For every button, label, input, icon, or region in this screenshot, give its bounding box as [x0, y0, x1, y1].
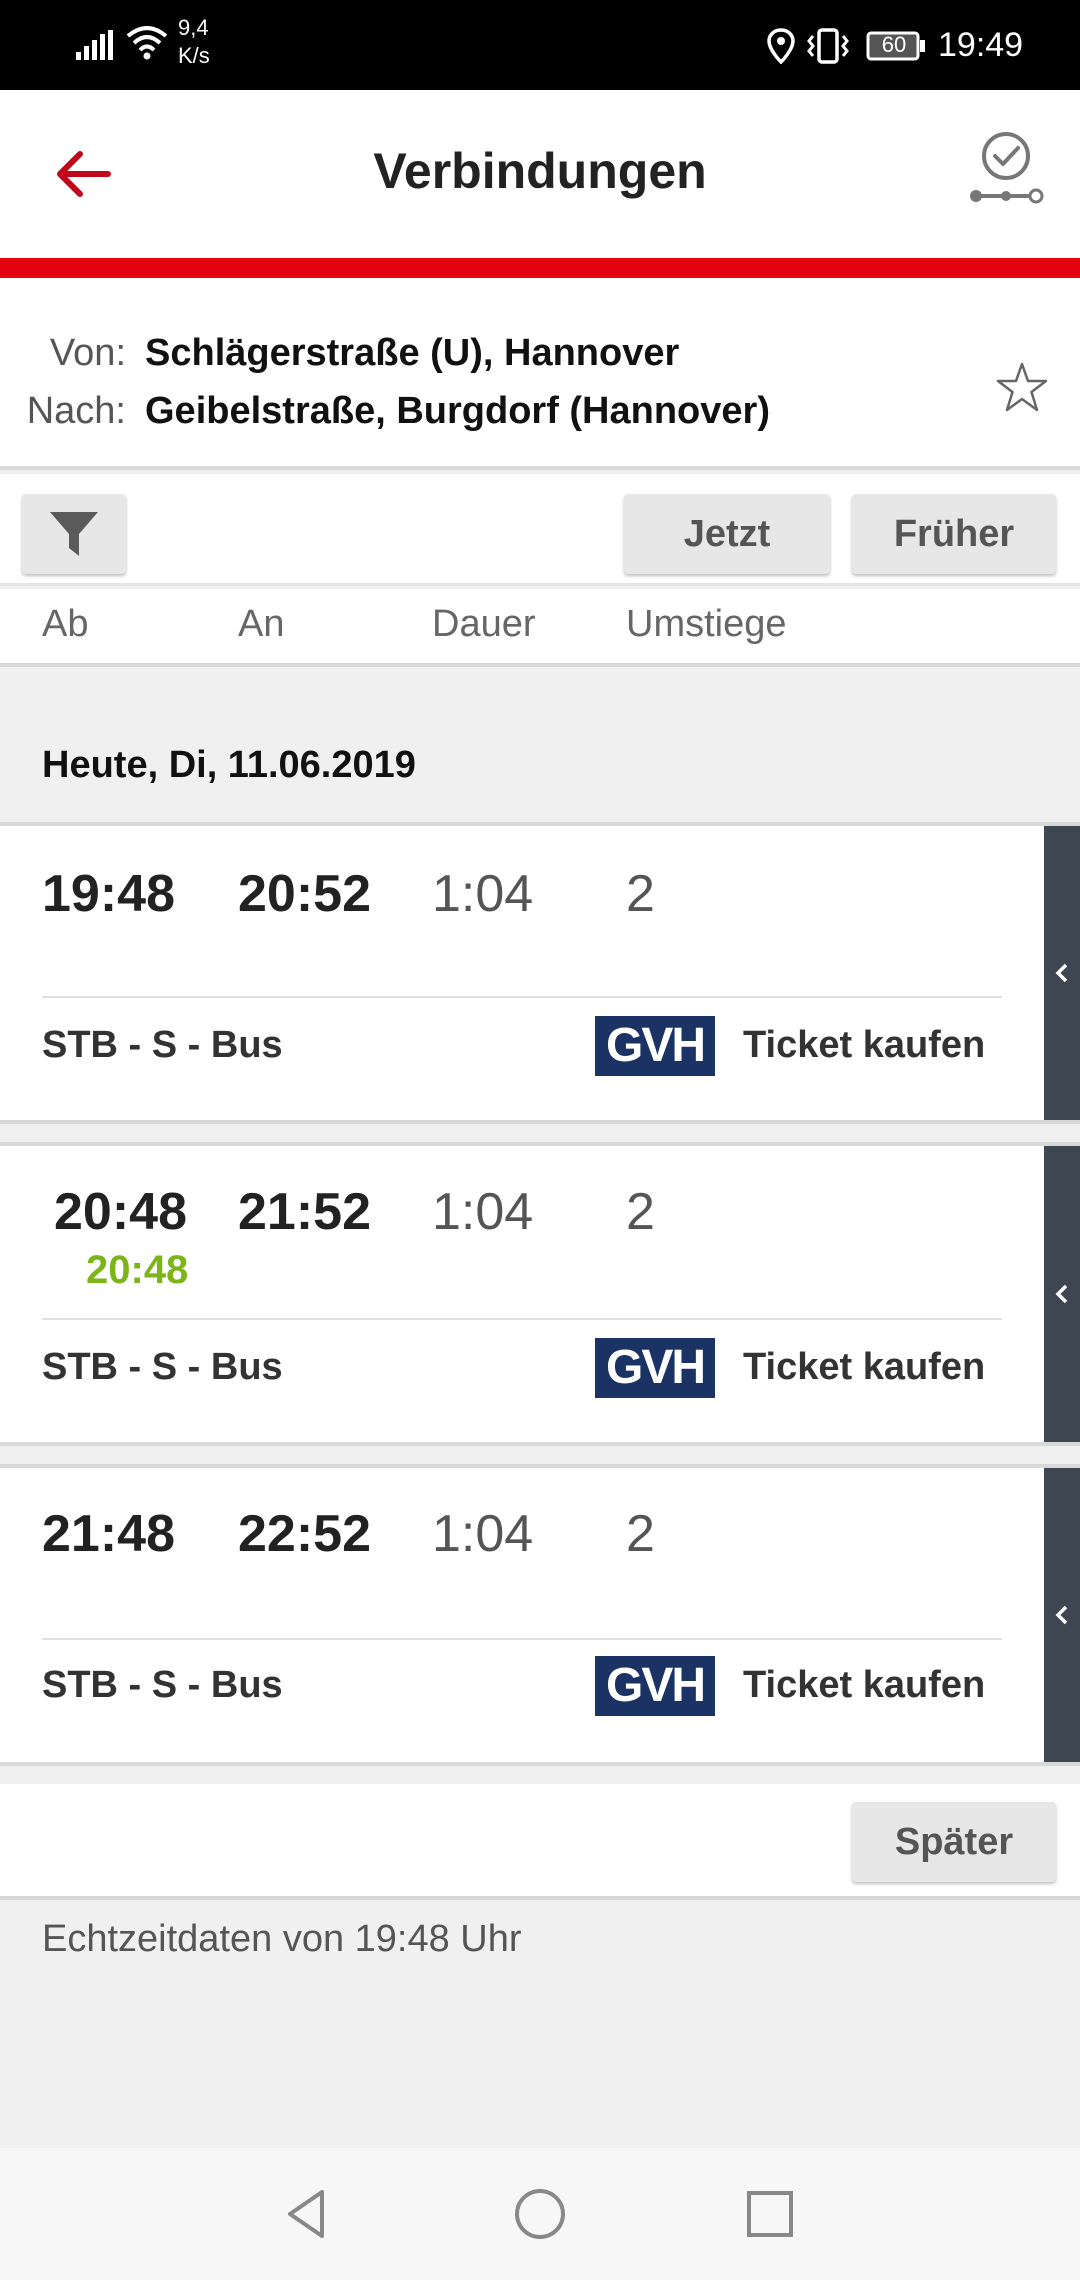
- later-button[interactable]: Später: [852, 1802, 1056, 1882]
- connection-card[interactable]: 21:48 22:52 1:04 2 STB - S - Bus GVH Tic…: [0, 1464, 1080, 1766]
- results-toolbar: Jetzt Früher: [0, 474, 1080, 586]
- card-divider: [42, 996, 1002, 998]
- network-speed: 9,4 K/s: [178, 15, 210, 68]
- changes-count: 2: [626, 1505, 655, 1563]
- duration: 1:04: [432, 865, 534, 923]
- arrival-time: 20:52: [238, 865, 371, 923]
- date-heading: Heute, Di, 11.06.2019: [42, 744, 416, 786]
- products: STB - S - Bus: [42, 1024, 283, 1066]
- arrival-time: 22:52: [238, 1505, 371, 1563]
- column-header-duration: Dauer: [432, 603, 536, 645]
- location-icon: [767, 28, 795, 64]
- page-title: Verbindungen: [373, 143, 707, 199]
- products: STB - S - Bus: [42, 1346, 283, 1388]
- connection-card[interactable]: 20:48 21:52 1:04 2 20:48 STB - S - Bus G…: [0, 1142, 1080, 1446]
- realtime-departure: 20:48: [86, 1248, 189, 1292]
- card-divider: [42, 1318, 1002, 1320]
- column-headers: Ab An Dauer Umstiege: [0, 589, 1080, 667]
- card-divider: [42, 1638, 1002, 1640]
- to-station: Geibelstraße, Burgdorf (Hannover): [145, 390, 770, 432]
- battery-level: 60: [881, 32, 907, 57]
- connection-card[interactable]: 19:48 20:52 1:04 2 STB - S - Bus GVH Tic…: [0, 822, 1080, 1124]
- gvh-logo: GVH: [595, 1016, 715, 1076]
- duration: 1:04: [432, 1505, 534, 1563]
- vibrate-icon: [807, 28, 849, 64]
- to-label: Nach:: [26, 390, 126, 432]
- departure-time: 20:48: [54, 1183, 187, 1241]
- departure-time: 19:48: [42, 865, 175, 923]
- nav-recents-icon[interactable]: [742, 2186, 798, 2242]
- now-button[interactable]: Jetzt: [624, 494, 830, 574]
- changes-count: 2: [626, 1183, 655, 1241]
- route-summary[interactable]: Von: Schlägerstraße (U), Hannover Nach: …: [0, 278, 1080, 470]
- buy-ticket-link[interactable]: Ticket kaufen: [743, 1346, 985, 1389]
- signal-icon: [76, 30, 113, 60]
- column-header-arrival: An: [238, 603, 285, 645]
- nav-home-icon[interactable]: [512, 2186, 568, 2242]
- from-label: Von:: [49, 332, 126, 374]
- system-nav-bar: [0, 2148, 1080, 2280]
- chevron-left-icon: [1055, 1284, 1068, 1304]
- earlier-button[interactable]: Früher: [852, 494, 1056, 574]
- arrival-time: 21:52: [238, 1183, 371, 1241]
- expand-details-button[interactable]: [1044, 1468, 1080, 1762]
- departure-time: 21:48: [42, 1505, 175, 1563]
- expand-details-button[interactable]: [1044, 826, 1080, 1120]
- chevron-left-icon: [1055, 963, 1068, 983]
- buy-ticket-link[interactable]: Ticket kaufen: [743, 1664, 985, 1707]
- expand-details-button[interactable]: [1044, 1146, 1080, 1442]
- app-header: Verbindungen: [0, 90, 1080, 258]
- later-bar: Später: [0, 1784, 1080, 1900]
- header-accent-bar: [0, 258, 1080, 278]
- filter-button[interactable]: [22, 494, 126, 574]
- filter-icon: [50, 512, 98, 556]
- chevron-left-icon: [1055, 1605, 1068, 1625]
- wifi-icon: [126, 26, 168, 60]
- gvh-logo: GVH: [595, 1338, 715, 1398]
- from-station: Schlägerstraße (U), Hannover: [145, 332, 680, 374]
- status-bar: 9,4 K/s 60 19:49: [0, 0, 1080, 90]
- gvh-logo: GVH: [595, 1656, 715, 1716]
- changes-count: 2: [626, 865, 655, 923]
- favorite-star-icon[interactable]: [994, 360, 1050, 416]
- products: STB - S - Bus: [42, 1664, 283, 1706]
- clock: 19:49: [938, 26, 1024, 64]
- duration: 1:04: [432, 1183, 534, 1241]
- realtime-check-icon[interactable]: [966, 130, 1046, 210]
- column-header-changes: Umstiege: [626, 603, 787, 645]
- buy-ticket-link[interactable]: Ticket kaufen: [743, 1024, 985, 1067]
- realtime-data-note: Echtzeitdaten von 19:48 Uhr: [42, 1918, 522, 1960]
- column-header-departure: Ab: [42, 603, 89, 645]
- nav-back-icon[interactable]: [280, 2186, 336, 2242]
